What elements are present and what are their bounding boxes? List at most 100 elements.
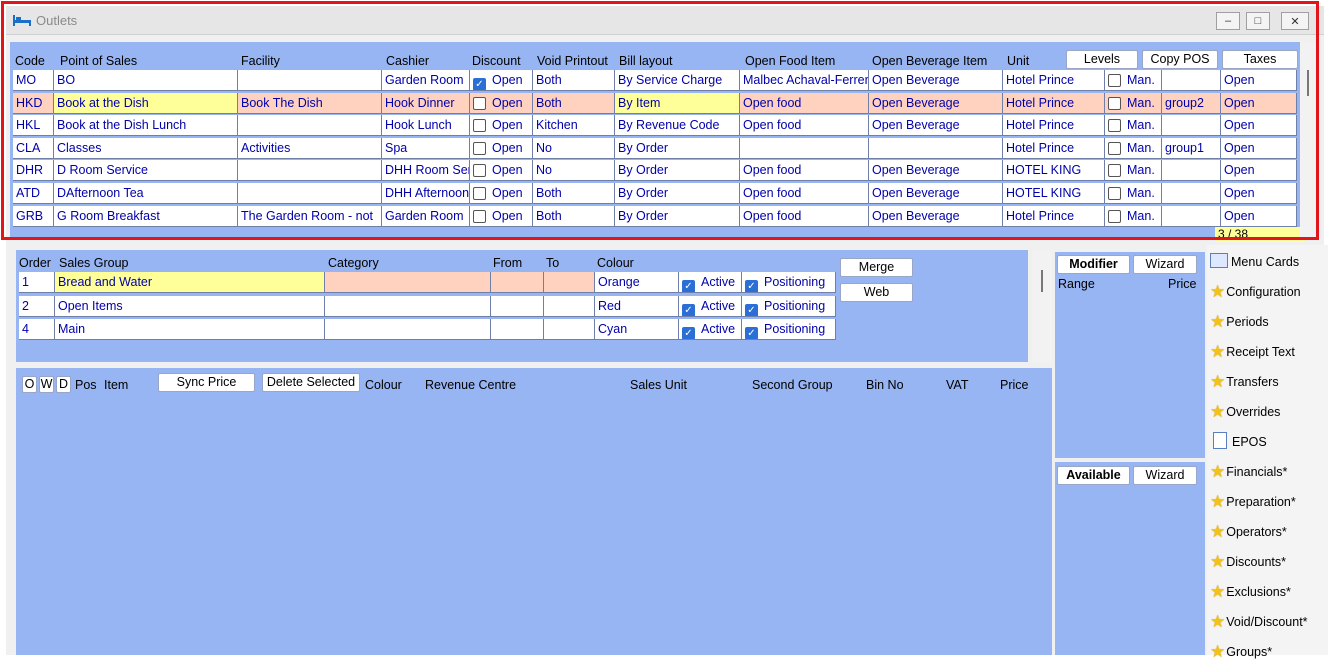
outlet-cell-bill[interactable]: By Order bbox=[615, 183, 740, 204]
outlet-cell-cashier[interactable]: DHH Room Service bbox=[382, 160, 470, 182]
sales-group-cell-colour[interactable]: Orange bbox=[595, 272, 679, 293]
outlet-cell-bev[interactable] bbox=[869, 137, 1003, 159]
outlet-cell-facility[interactable]: The Garden Room - not bbox=[238, 205, 382, 227]
outlet-cell-cashier[interactable]: Spa bbox=[382, 137, 470, 159]
sidebar-item-receipt-text[interactable]: ★Receipt Text bbox=[1210, 337, 1326, 367]
sales-group-cell-active[interactable]: ✓ Active bbox=[679, 272, 742, 293]
outlet-cell-group[interactable]: group1 bbox=[1162, 137, 1221, 159]
outlet-cell-code[interactable]: MO bbox=[13, 70, 54, 91]
outlet-cell-food[interactable]: Open food bbox=[740, 92, 869, 114]
outlet-cell-void[interactable]: Both bbox=[533, 70, 615, 91]
outlet-cell-tax[interactable]: Open bbox=[1221, 160, 1297, 182]
outlet-cell-food[interactable]: Open food bbox=[740, 205, 869, 227]
sidebar-item-overrides[interactable]: ★Overrides bbox=[1210, 397, 1326, 427]
outlet-cell-tax[interactable]: Open bbox=[1221, 137, 1297, 159]
sync-price-button[interactable]: Sync Price bbox=[158, 373, 255, 392]
discount-checkbox[interactable] bbox=[473, 164, 486, 178]
sidebar-item-transfers[interactable]: ★Transfers bbox=[1210, 367, 1326, 397]
outlet-cell-discount[interactable]: Open bbox=[470, 137, 533, 159]
outlet-cell-group[interactable] bbox=[1162, 115, 1221, 137]
discount-checkbox[interactable] bbox=[473, 96, 486, 110]
outlet-cell-food[interactable] bbox=[740, 137, 869, 159]
outlet-cell-code[interactable]: GRB bbox=[13, 205, 54, 227]
sidebar-item-periods[interactable]: ★Periods bbox=[1210, 307, 1326, 337]
outlet-cell-unit[interactable]: HOTEL KING bbox=[1003, 160, 1105, 182]
discount-checkbox[interactable] bbox=[473, 119, 486, 133]
outlet-cell-tax[interactable]: Open bbox=[1221, 70, 1297, 91]
outlet-cell-void[interactable]: No bbox=[533, 160, 615, 182]
sidebar-item-operators[interactable]: ★Operators* bbox=[1210, 517, 1326, 547]
sidebar-item-configuration[interactable]: ★Configuration bbox=[1210, 277, 1326, 307]
outlet-cell-bev[interactable]: Open Beverage bbox=[869, 160, 1003, 182]
outlet-cell-man[interactable]: Man. bbox=[1105, 137, 1162, 159]
outlet-cell-pos[interactable]: Classes bbox=[54, 137, 238, 159]
outlet-cell-facility[interactable] bbox=[238, 70, 382, 91]
man-checkbox[interactable] bbox=[1108, 141, 1121, 155]
delete-selected-button[interactable]: Delete Selected bbox=[262, 373, 360, 392]
minimize-button[interactable]: – bbox=[1216, 12, 1240, 30]
outlet-cell-man[interactable]: Man. bbox=[1105, 205, 1162, 227]
outlet-cell-bill[interactable]: By Item bbox=[615, 92, 740, 114]
outlet-cell-facility[interactable]: Activities bbox=[238, 137, 382, 159]
outlet-cell-man[interactable]: Man. bbox=[1105, 70, 1162, 91]
scroll-thumb[interactable] bbox=[1307, 70, 1309, 96]
outlet-cell-code[interactable]: HKD bbox=[13, 92, 54, 114]
outlet-cell-discount[interactable]: Open bbox=[470, 183, 533, 204]
discount-checkbox[interactable]: ✓ bbox=[473, 78, 486, 90]
discount-checkbox[interactable] bbox=[473, 209, 486, 223]
sidebar-item-exclusions[interactable]: ★Exclusions* bbox=[1210, 577, 1326, 607]
sidebar-item-financials[interactable]: ★Financials* bbox=[1210, 457, 1326, 487]
sales-group-cell-positioning[interactable]: ✓ Positioning bbox=[742, 295, 836, 317]
man-checkbox[interactable] bbox=[1108, 209, 1121, 223]
outlet-cell-group[interactable] bbox=[1162, 160, 1221, 182]
outlet-cell-bev[interactable]: Open Beverage bbox=[869, 70, 1003, 91]
toggle-w[interactable]: W bbox=[39, 376, 54, 393]
close-button[interactable]: ✕ bbox=[1281, 12, 1309, 30]
discount-checkbox[interactable] bbox=[473, 141, 486, 155]
outlet-cell-void[interactable]: Both bbox=[533, 183, 615, 204]
sidebar-item-menu-cards[interactable]: Menu Cards bbox=[1210, 247, 1326, 277]
sales-group-cell-group[interactable]: Main bbox=[55, 319, 325, 340]
outlet-cell-discount[interactable]: Open bbox=[470, 92, 533, 114]
sales-group-cell-colour[interactable]: Red bbox=[595, 295, 679, 317]
copy-pos-button[interactable]: Copy POS bbox=[1142, 50, 1218, 69]
outlet-cell-unit[interactable]: Hotel Prince bbox=[1003, 92, 1105, 114]
outlet-cell-facility[interactable] bbox=[238, 183, 382, 204]
outlet-cell-group[interactable] bbox=[1162, 183, 1221, 204]
sales-group-cell-positioning[interactable]: ✓ Positioning bbox=[742, 319, 836, 340]
outlet-cell-man[interactable]: Man. bbox=[1105, 92, 1162, 114]
levels-button[interactable]: Levels bbox=[1066, 50, 1138, 69]
man-checkbox[interactable] bbox=[1108, 119, 1121, 133]
outlet-cell-pos[interactable]: BO bbox=[54, 70, 238, 91]
outlet-cell-unit[interactable]: HOTEL KING bbox=[1003, 183, 1105, 204]
outlet-cell-code[interactable]: HKL bbox=[13, 115, 54, 137]
sales-group-cell-colour[interactable]: Cyan bbox=[595, 319, 679, 340]
outlet-cell-food[interactable]: Open food bbox=[740, 115, 869, 137]
sidebar-item-groups[interactable]: ★Groups* bbox=[1210, 637, 1326, 667]
outlet-cell-pos[interactable]: G Room Breakfast bbox=[54, 205, 238, 227]
outlet-cell-void[interactable]: Both bbox=[533, 92, 615, 114]
outlet-cell-unit[interactable]: Hotel Prince bbox=[1003, 115, 1105, 137]
toggle-o[interactable]: O bbox=[22, 376, 37, 393]
active-checkbox[interactable]: ✓ bbox=[682, 303, 695, 316]
outlet-cell-pos[interactable]: Book at the Dish bbox=[54, 92, 238, 114]
sales-group-cell-positioning[interactable]: ✓ Positioning bbox=[742, 272, 836, 293]
outlets-scrollbar[interactable] bbox=[1300, 42, 1316, 238]
outlet-cell-food[interactable]: Malbec Achaval-Ferrer bbox=[740, 70, 869, 91]
modifier-tab[interactable]: Modifier bbox=[1057, 255, 1130, 274]
sales-group-cell-to[interactable] bbox=[544, 272, 595, 293]
outlet-cell-pos[interactable]: Book at the Dish Lunch bbox=[54, 115, 238, 137]
web-button[interactable]: Web bbox=[840, 283, 913, 302]
merge-button[interactable]: Merge bbox=[840, 258, 913, 277]
outlet-cell-bev[interactable]: Open Beverage bbox=[869, 115, 1003, 137]
sales-group-cell-to[interactable] bbox=[544, 319, 595, 340]
toggle-d[interactable]: D bbox=[56, 376, 71, 393]
outlet-cell-food[interactable]: Open food bbox=[740, 160, 869, 182]
outlet-cell-facility[interactable] bbox=[238, 160, 382, 182]
outlet-cell-pos[interactable]: DAfternoon Tea bbox=[54, 183, 238, 204]
scroll-thumb[interactable] bbox=[1041, 270, 1043, 292]
active-checkbox[interactable]: ✓ bbox=[682, 327, 695, 339]
outlet-cell-pos[interactable]: D Room Service bbox=[54, 160, 238, 182]
sales-group-cell-from[interactable] bbox=[491, 319, 544, 340]
active-checkbox[interactable]: ✓ bbox=[682, 280, 695, 292]
